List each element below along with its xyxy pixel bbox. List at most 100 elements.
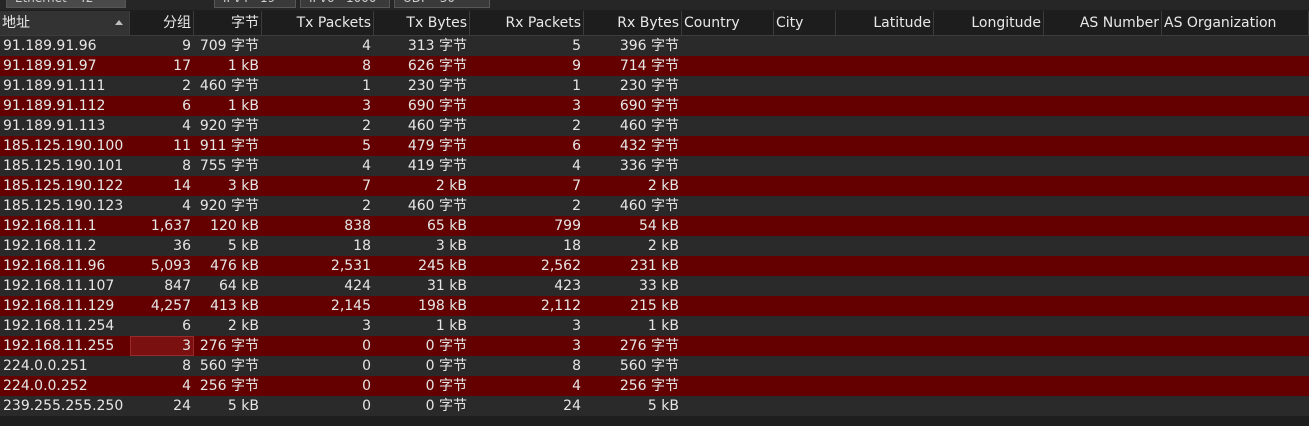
cell-packets: 17: [173, 58, 191, 74]
table-row[interactable]: 224.0.0.252 4 256 字节 0 0 字节 4 256 字节: [0, 376, 1309, 396]
table-row[interactable]: 192.168.11.1 1,637 120 kB 838 65 kB 799 54 kB: [0, 216, 1309, 236]
cell-tx-packets: 838: [344, 218, 371, 234]
column-header-as-number[interactable]: AS Number: [1044, 11, 1162, 35]
cell-rx-packets: 3: [572, 98, 581, 114]
cell-rx-bytes: 460 字节: [619, 118, 679, 134]
cell-rx-bytes: 230 字节: [619, 78, 679, 94]
cell-rx-packets: 2,112: [540, 298, 581, 314]
cell-packets: 14: [173, 178, 191, 194]
cell-packets: 6: [182, 318, 191, 334]
column-header-label: AS Organization: [1164, 15, 1277, 31]
cell-rx-bytes: 54 kB: [639, 218, 679, 234]
table-row[interactable]: 185.125.190.122 14 3 kB 7 2 kB 7 2 kB: [0, 176, 1309, 196]
cell-bytes: 413 kB: [210, 298, 259, 314]
cell-bytes: 560 字节: [199, 358, 259, 374]
table-row[interactable]: 91.189.91.112 6 1 kB 3 690 字节 3 690 字节: [0, 96, 1309, 116]
tab-1[interactable]: Ethernet · 42: [6, 0, 126, 8]
column-header-label: City: [776, 15, 804, 31]
table-row[interactable]: 192.168.11.254 6 2 kB 3 1 kB 3 1 kB: [0, 316, 1309, 336]
cell-tx-bytes: 3 kB: [435, 238, 467, 254]
cell-packets: 36: [173, 238, 191, 254]
cell-rx-bytes: 215 kB: [630, 298, 679, 314]
cell-packets: 8: [182, 158, 191, 174]
cell-tx-bytes: 0 字节: [425, 398, 467, 414]
cell-tx-packets: 3: [362, 98, 371, 114]
cell-tx-packets: 2: [362, 118, 371, 134]
table-row[interactable]: 224.0.0.251 8 560 字节 0 0 字节 8 560 字节: [0, 356, 1309, 376]
table-row[interactable]: 185.125.190.100 11 911 字节 5 479 字节 6 432 字节: [0, 136, 1309, 156]
cell-rx-bytes: 1 kB: [647, 318, 679, 334]
cell-bytes: 755 字节: [199, 158, 259, 174]
table-row[interactable]: 192.168.11.96 5,093 476 kB 2,531 245 kB 2,562…: [0, 256, 1309, 276]
table-row[interactable]: 185.125.190.101 8 755 字节 4 419 字节 4 336 字节: [0, 156, 1309, 176]
cell-bytes: 911 字节: [199, 138, 259, 154]
table-row[interactable]: 192.168.11.129 4,257 413 kB 2,145 198 kB 2,11…: [0, 296, 1309, 316]
column-header-tx-bytes[interactable]: Tx Bytes: [374, 11, 470, 35]
cell-rx-packets: 9: [572, 58, 581, 74]
cell-tx-bytes: 0 字节: [425, 338, 467, 354]
cell-packets: 4: [182, 378, 191, 394]
cell-rx-bytes: 2 kB: [647, 238, 679, 254]
table-row[interactable]: 192.168.11.107 847 64 kB 424 31 kB 423 33 kB: [0, 276, 1309, 296]
column-header-rx-bytes[interactable]: Rx Bytes: [584, 11, 682, 35]
cell-tx-bytes: 419 字节: [407, 158, 467, 174]
cell-address: 91.189.91.113: [3, 118, 106, 134]
column-header-label: Rx Bytes: [617, 15, 679, 31]
cell-bytes: 5 kB: [227, 238, 259, 254]
cell-rx-packets: 2,562: [540, 258, 581, 274]
cell-tx-bytes: 479 字节: [407, 138, 467, 154]
cell-tx-bytes: 690 字节: [407, 98, 467, 114]
column-header-label: Country: [684, 15, 740, 31]
column-header-address[interactable]: 地址: [0, 11, 130, 35]
cell-rx-packets: 2: [572, 198, 581, 214]
cell-packets: 3: [130, 336, 194, 356]
table-row[interactable]: 192.168.11.255 3 276 字节 0 0 字节 3 276 字节: [0, 336, 1309, 356]
cell-bytes: 920 字节: [199, 198, 259, 214]
table-row[interactable]: 239.255.255.250 24 5 kB 0 0 字节 24 5 kB: [0, 396, 1309, 416]
cell-tx-packets: 4: [362, 38, 371, 54]
cell-tx-bytes: 313 字节: [407, 38, 467, 54]
column-header-rx-packets[interactable]: Rx Packets: [470, 11, 584, 35]
cell-rx-packets: 3: [572, 338, 581, 354]
cell-address: 185.125.190.101: [3, 158, 124, 174]
column-header-country[interactable]: Country: [682, 11, 774, 35]
cell-packets: 5,093: [150, 258, 191, 274]
table-row[interactable]: 91.189.91.111 2 460 字节 1 230 字节 1 230 字节: [0, 76, 1309, 96]
tab-2[interactable]: IPv4 · 19: [214, 0, 296, 8]
column-header-bytes[interactable]: 字节: [194, 11, 262, 35]
cell-rx-bytes: 33 kB: [639, 278, 679, 294]
table-row[interactable]: 91.189.91.97 17 1 kB 8 626 字节 9 714 字节: [0, 56, 1309, 76]
cell-tx-packets: 18: [353, 238, 371, 254]
cell-rx-bytes: 690 字节: [619, 98, 679, 114]
column-header-label: 分组: [163, 15, 191, 31]
cell-packets: 11: [173, 138, 191, 154]
tab-3[interactable]: IPv6 · 1000: [300, 0, 390, 8]
cell-packets: 1,637: [150, 218, 191, 234]
column-header-label: Tx Packets: [296, 15, 371, 31]
table-row[interactable]: 91.189.91.96 9 709 字节 4 313 字节 5 396 字节: [0, 36, 1309, 56]
table-row[interactable]: 185.125.190.123 4 920 字节 2 460 字节 2 460 字节: [0, 196, 1309, 216]
column-header-as-org[interactable]: AS Organization: [1162, 11, 1309, 35]
table-row[interactable]: 91.189.91.113 4 920 字节 2 460 字节 2 460 字节: [0, 116, 1309, 136]
column-header-packets[interactable]: 分组: [130, 11, 194, 35]
column-header-tx-packets[interactable]: Tx Packets: [262, 11, 374, 35]
cell-tx-packets: 0: [362, 378, 371, 394]
cell-bytes: 256 字节: [199, 378, 259, 394]
cell-packets: 4,257: [150, 298, 191, 314]
table-row[interactable]: 192.168.11.2 36 5 kB 18 3 kB 18 2 kB: [0, 236, 1309, 256]
column-header-city[interactable]: City: [774, 11, 836, 35]
cell-bytes: 120 kB: [210, 218, 259, 234]
column-header-latitude[interactable]: Latitude: [836, 11, 934, 35]
tab-4[interactable]: UDP · 30: [394, 0, 490, 8]
cell-address: 91.189.91.96: [3, 38, 97, 54]
conversation-table[interactable]: 地址 分组 字节 Tx Packets Tx Bytes Rx Packets Rx Byt…: [0, 11, 1309, 426]
table-body: 91.189.91.96 9 709 字节 4 313 字节 5 396 字节 91.189.…: [0, 36, 1309, 416]
cell-address: 192.168.11.129: [3, 298, 115, 314]
cell-bytes: 709 字节: [199, 38, 259, 54]
cell-tx-packets: 2,531: [330, 258, 371, 274]
cell-address: 192.168.11.2: [3, 238, 97, 254]
column-header-longitude[interactable]: Longitude: [934, 11, 1044, 35]
cell-packets: 4: [182, 198, 191, 214]
cell-tx-packets: 0: [362, 398, 371, 414]
column-header-label: Tx Bytes: [406, 15, 467, 31]
